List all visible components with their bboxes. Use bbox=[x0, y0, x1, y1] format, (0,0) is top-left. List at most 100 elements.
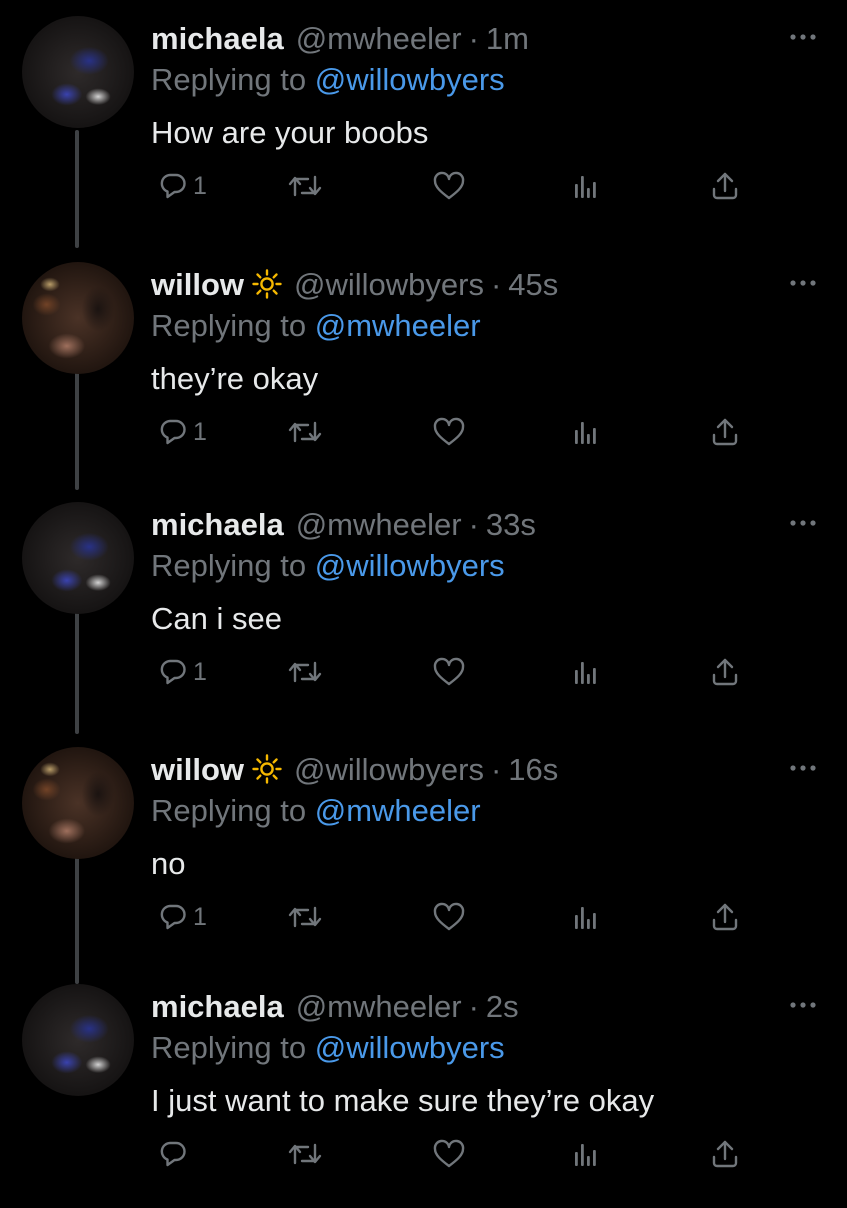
tweet: michaela @mwheeler · 33s Replying to @willow… bbox=[0, 486, 847, 726]
retweet-button[interactable] bbox=[287, 414, 323, 450]
tweet-text: no bbox=[151, 846, 186, 881]
replying-to: Replying to @mwheeler bbox=[151, 792, 481, 830]
tweet-header: willow @willowbyers · 45s bbox=[151, 266, 558, 304]
mention-link[interactable]: @willowbyers bbox=[315, 548, 505, 583]
more-icon[interactable] bbox=[787, 276, 819, 288]
share-icon bbox=[710, 417, 740, 447]
replying-to: Replying to @mwheeler bbox=[151, 307, 481, 345]
avatar[interactable] bbox=[22, 747, 134, 859]
reply-button[interactable]: 1 bbox=[158, 168, 207, 204]
share-button[interactable] bbox=[710, 654, 740, 690]
share-button[interactable] bbox=[710, 414, 740, 450]
tweet-actions bbox=[0, 1136, 847, 1172]
share-button[interactable] bbox=[710, 1136, 740, 1172]
more-icon[interactable] bbox=[787, 30, 819, 42]
tweet: willow @willowbyers · 16s Replying to @mwhee… bbox=[0, 731, 847, 971]
more-icon[interactable] bbox=[787, 516, 819, 528]
reply-count: 1 bbox=[193, 657, 207, 686]
mention-link[interactable]: @willowbyers bbox=[315, 1030, 505, 1065]
reply-button[interactable]: 1 bbox=[158, 414, 207, 450]
reply-icon bbox=[158, 902, 188, 932]
views-button[interactable] bbox=[573, 654, 599, 690]
separator: · bbox=[468, 989, 479, 1024]
tweet: willow @willowbyers · 45s Replying to @mwhee… bbox=[0, 246, 847, 486]
author-name[interactable]: willow bbox=[151, 267, 244, 302]
author-name[interactable]: michaela bbox=[151, 21, 284, 56]
tweet-text: they’re okay bbox=[151, 361, 319, 396]
tweet-actions: 1 bbox=[0, 654, 847, 690]
author-name[interactable]: michaela bbox=[151, 507, 284, 542]
reply-icon bbox=[158, 171, 188, 201]
share-button[interactable] bbox=[710, 168, 740, 204]
share-button[interactable] bbox=[710, 899, 740, 935]
tweet-header: michaela @mwheeler · 2s bbox=[151, 988, 519, 1026]
tweet-header: michaela @mwheeler · 33s bbox=[151, 506, 536, 544]
author-handle[interactable]: @willowbyers bbox=[294, 267, 484, 302]
like-button[interactable] bbox=[432, 1136, 466, 1172]
retweet-button[interactable] bbox=[287, 1136, 323, 1172]
views-icon bbox=[573, 658, 599, 686]
heart-icon bbox=[432, 902, 466, 932]
more-icon[interactable] bbox=[787, 761, 819, 773]
views-icon bbox=[573, 172, 599, 200]
reply-icon bbox=[158, 417, 188, 447]
like-button[interactable] bbox=[432, 899, 466, 935]
sun-icon bbox=[252, 754, 282, 784]
like-button[interactable] bbox=[432, 414, 466, 450]
timestamp[interactable]: 33s bbox=[486, 507, 536, 542]
author-handle[interactable]: @mwheeler bbox=[296, 21, 462, 56]
timestamp[interactable]: 1m bbox=[486, 21, 529, 56]
views-icon bbox=[573, 903, 599, 931]
author-name[interactable]: michaela bbox=[151, 989, 284, 1024]
replying-label: Replying to bbox=[151, 548, 307, 583]
tweet-text: I just want to make sure they’re okay bbox=[151, 1083, 655, 1118]
timestamp[interactable]: 2s bbox=[486, 989, 519, 1024]
separator: · bbox=[490, 267, 502, 302]
mention-link[interactable]: @willowbyers bbox=[315, 62, 505, 97]
author-name[interactable]: willow bbox=[151, 752, 244, 787]
share-icon bbox=[710, 171, 740, 201]
author-handle[interactable]: @willowbyers bbox=[294, 752, 484, 787]
avatar[interactable] bbox=[22, 262, 134, 374]
timestamp[interactable]: 45s bbox=[508, 267, 558, 302]
reply-count: 1 bbox=[193, 171, 207, 200]
retweet-icon bbox=[287, 417, 323, 447]
reply-button[interactable] bbox=[158, 1136, 188, 1172]
avatar[interactable] bbox=[22, 502, 134, 614]
heart-icon bbox=[432, 171, 466, 201]
views-button[interactable] bbox=[573, 414, 599, 450]
heart-icon bbox=[432, 1139, 466, 1169]
mention-link[interactable]: @mwheeler bbox=[315, 308, 481, 343]
author-handle[interactable]: @mwheeler bbox=[296, 989, 462, 1024]
author-handle[interactable]: @mwheeler bbox=[296, 507, 462, 542]
reply-button[interactable]: 1 bbox=[158, 899, 207, 935]
retweet-button[interactable] bbox=[287, 899, 323, 935]
sun-icon bbox=[252, 269, 282, 299]
retweet-button[interactable] bbox=[287, 654, 323, 690]
tweet-header: willow @willowbyers · 16s bbox=[151, 751, 558, 789]
replying-to: Replying to @willowbyers bbox=[151, 1029, 505, 1067]
tweet: michaela @mwheeler · 2s Replying to @willowb… bbox=[0, 968, 847, 1208]
reply-button[interactable]: 1 bbox=[158, 654, 207, 690]
views-button[interactable] bbox=[573, 1136, 599, 1172]
views-button[interactable] bbox=[573, 899, 599, 935]
more-icon[interactable] bbox=[787, 998, 819, 1010]
like-button[interactable] bbox=[432, 654, 466, 690]
reply-icon bbox=[158, 657, 188, 687]
share-icon bbox=[710, 902, 740, 932]
replying-to: Replying to @willowbyers bbox=[151, 547, 505, 585]
tweet-actions: 1 bbox=[0, 414, 847, 450]
separator: · bbox=[468, 21, 479, 56]
reply-count: 1 bbox=[193, 902, 207, 931]
replying-to: Replying to @willowbyers bbox=[151, 61, 505, 99]
mention-link[interactable]: @mwheeler bbox=[315, 793, 481, 828]
like-button[interactable] bbox=[432, 168, 466, 204]
retweet-button[interactable] bbox=[287, 168, 323, 204]
avatar[interactable] bbox=[22, 16, 134, 128]
retweet-icon bbox=[287, 171, 323, 201]
views-button[interactable] bbox=[573, 168, 599, 204]
avatar[interactable] bbox=[22, 984, 134, 1096]
tweet-header: michaela @mwheeler · 1m bbox=[151, 20, 529, 58]
tweet-text: How are your boobs bbox=[151, 115, 429, 150]
timestamp[interactable]: 16s bbox=[508, 752, 558, 787]
